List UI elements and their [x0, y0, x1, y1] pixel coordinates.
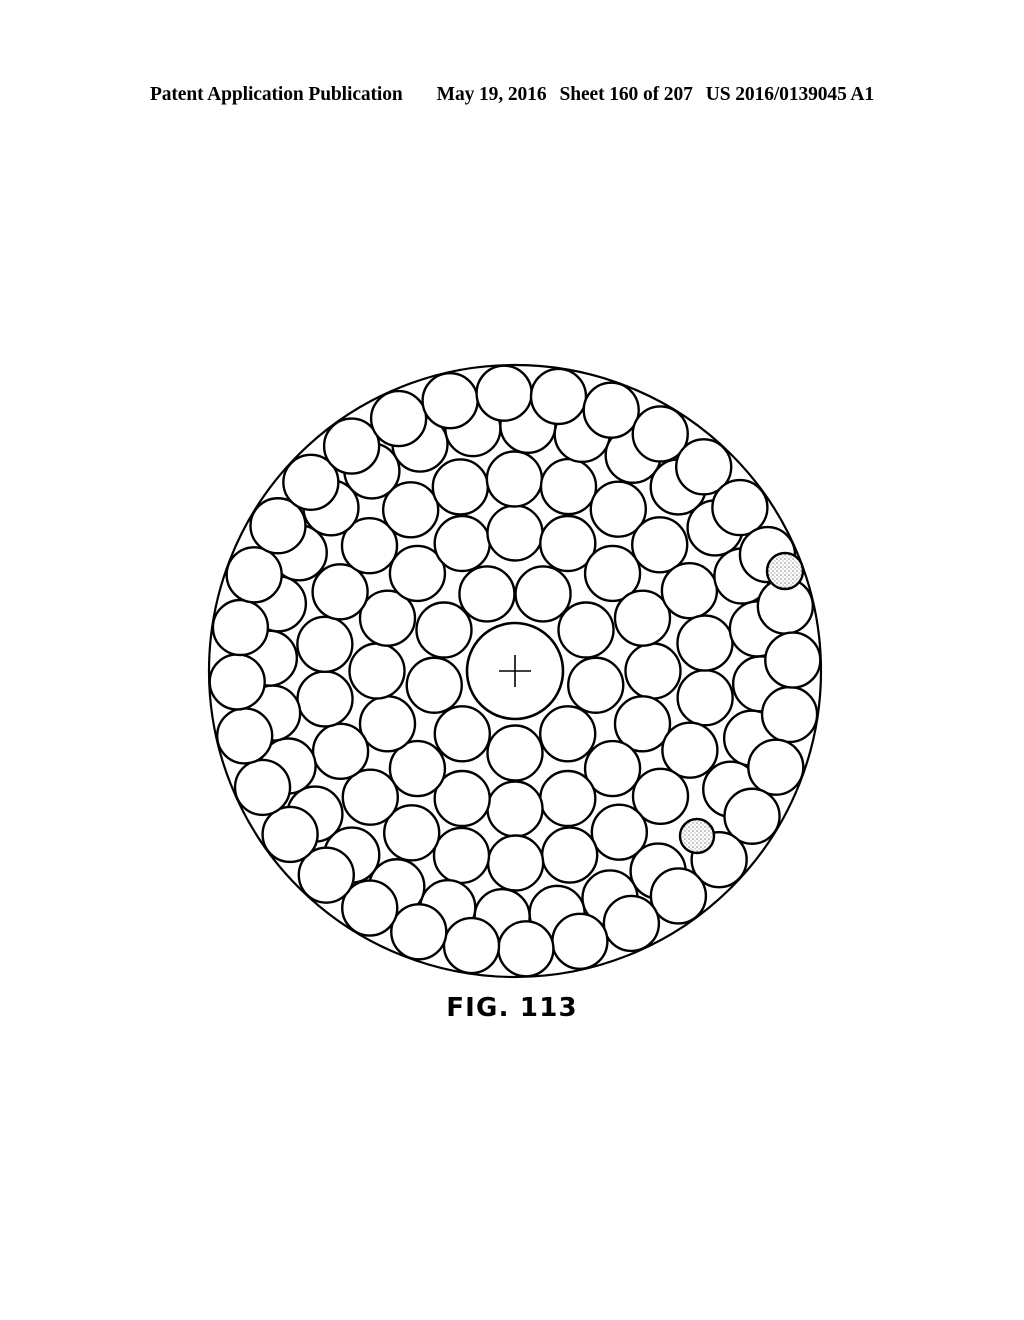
- packing-circle: [486, 504, 544, 562]
- packing-circle: [676, 614, 734, 672]
- packing-circle: [442, 916, 501, 975]
- packing-circle: [747, 738, 805, 796]
- packing-circle: [539, 769, 597, 828]
- packing-circle: [261, 805, 319, 864]
- packing-circle: [557, 601, 615, 659]
- sheet-number: Sheet 160 of 207: [559, 84, 693, 105]
- packing-circle: [458, 565, 516, 623]
- packing-circle: [233, 758, 292, 817]
- packing-circle: [475, 364, 533, 422]
- packing-circle: [390, 903, 448, 961]
- figure-drawing-area: [0, 330, 1024, 1050]
- packing-circle: [649, 867, 708, 925]
- packing-circle: [486, 834, 545, 892]
- packing-circle: [676, 669, 734, 727]
- packing-circle: [322, 417, 381, 475]
- packing-circle: [551, 912, 609, 971]
- packing-circle: [225, 546, 283, 604]
- packing-circle: [529, 367, 588, 426]
- packing-circle: [358, 695, 417, 753]
- packing-circle: [215, 707, 274, 765]
- packing-circle: [567, 656, 625, 714]
- stippled-circle-lower-right: [678, 817, 716, 855]
- packing-circle: [208, 653, 266, 711]
- packing-circle: [764, 631, 822, 689]
- packing-circle: [660, 561, 719, 620]
- packing-circle: [602, 894, 661, 953]
- figure-caption: FIG. 113: [446, 993, 578, 1023]
- packing-circle: [540, 826, 599, 884]
- packing-circle: [405, 656, 463, 714]
- packing-circle: [582, 381, 640, 439]
- packing-diagram-svg: [207, 363, 823, 979]
- packing-circle: [433, 705, 491, 763]
- packing-circle: [497, 920, 555, 978]
- packing-circle: [485, 450, 544, 508]
- packing-circle: [415, 601, 473, 659]
- packing-circle: [311, 722, 370, 781]
- packing-circle: [433, 514, 491, 573]
- packing-circle: [486, 780, 544, 838]
- stippled-circle-upper-right: [765, 551, 805, 591]
- packing-circle: [296, 670, 354, 728]
- packing-circle: [711, 478, 769, 537]
- packing-circle: [431, 458, 490, 516]
- page-header: Patent Application Publication May 19, 2…: [0, 84, 1024, 112]
- packing-circle: [613, 589, 672, 647]
- packing-circle: [432, 826, 491, 885]
- publication-title: Patent Application Publication: [149, 84, 403, 105]
- packing-circle: [539, 457, 598, 516]
- patent-publication-number: US 2016/0139045 A1: [705, 84, 875, 105]
- publication-date: May 19, 2016: [436, 84, 547, 105]
- packing-circle: [421, 371, 479, 430]
- packing-circle: [514, 565, 572, 623]
- packing-circle: [348, 642, 406, 700]
- packing-circle: [624, 642, 682, 700]
- packing-circle: [211, 598, 270, 657]
- packing-circle: [296, 615, 354, 673]
- packing-circle: [369, 389, 428, 448]
- packing-circle: [539, 705, 597, 763]
- packing-circle: [760, 685, 819, 744]
- packing-circle: [486, 724, 544, 782]
